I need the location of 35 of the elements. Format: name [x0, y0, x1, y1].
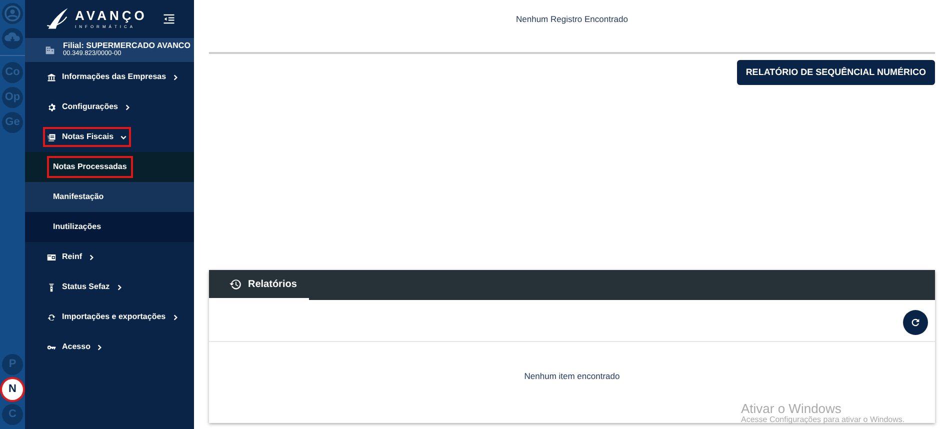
empty-message: Nenhum Registro Encontrado — [516, 14, 628, 24]
os-activation-text: Acesse Configurações para ativar o Windows. — [741, 416, 905, 426]
report-button[interactable]: RELATÓRIO DE SEQUÊNCIAL NUMÉRICO — [736, 60, 935, 86]
chevron-icon — [124, 104, 132, 110]
chevron-icon — [116, 284, 123, 290]
menu-item[interactable]: Importações e exportações — [43, 307, 183, 327]
documents-icon — [47, 132, 56, 142]
menu-item[interactable]: Acesso — [43, 337, 108, 357]
tab[interactable]: Relatórios — [209, 270, 309, 300]
menu-item[interactable]: Informações das Empresas — [43, 67, 184, 87]
menu-collapse-icon[interactable] — [162, 12, 176, 26]
signal-tower-icon — [47, 282, 56, 292]
branch-name: Filial: SUPERMERCADO AVANCO — [63, 42, 190, 50]
chevron-icon — [172, 74, 180, 80]
menu-item[interactable]: Reinf — [43, 247, 99, 267]
building-icon — [45, 45, 55, 55]
refresh-icon — [910, 317, 921, 328]
chevron-icon — [172, 314, 179, 320]
refresh-button[interactable] — [903, 310, 928, 336]
history-icon — [229, 278, 242, 291]
menu-item[interactable]: Configurações — [43, 97, 136, 117]
empty-message: Nenhum item encontrado — [524, 371, 620, 382]
key-icon — [47, 342, 56, 352]
sync-icon — [47, 312, 56, 322]
gear-icon — [47, 102, 56, 112]
menu-item[interactable]: Notas Fiscais — [43, 127, 131, 147]
chevron-icon — [96, 344, 104, 350]
chevron-icon — [88, 254, 95, 260]
rail-item[interactable]: N — [2, 379, 23, 400]
menu-item[interactable]: Status Sefaz — [43, 277, 127, 297]
logo-name: AVANÇO — [75, 9, 148, 22]
bank-icon — [47, 72, 56, 82]
card-icon — [47, 252, 56, 262]
chevron-icon — [120, 134, 127, 140]
os-activation-title: Ativar o Windows — [741, 402, 842, 416]
